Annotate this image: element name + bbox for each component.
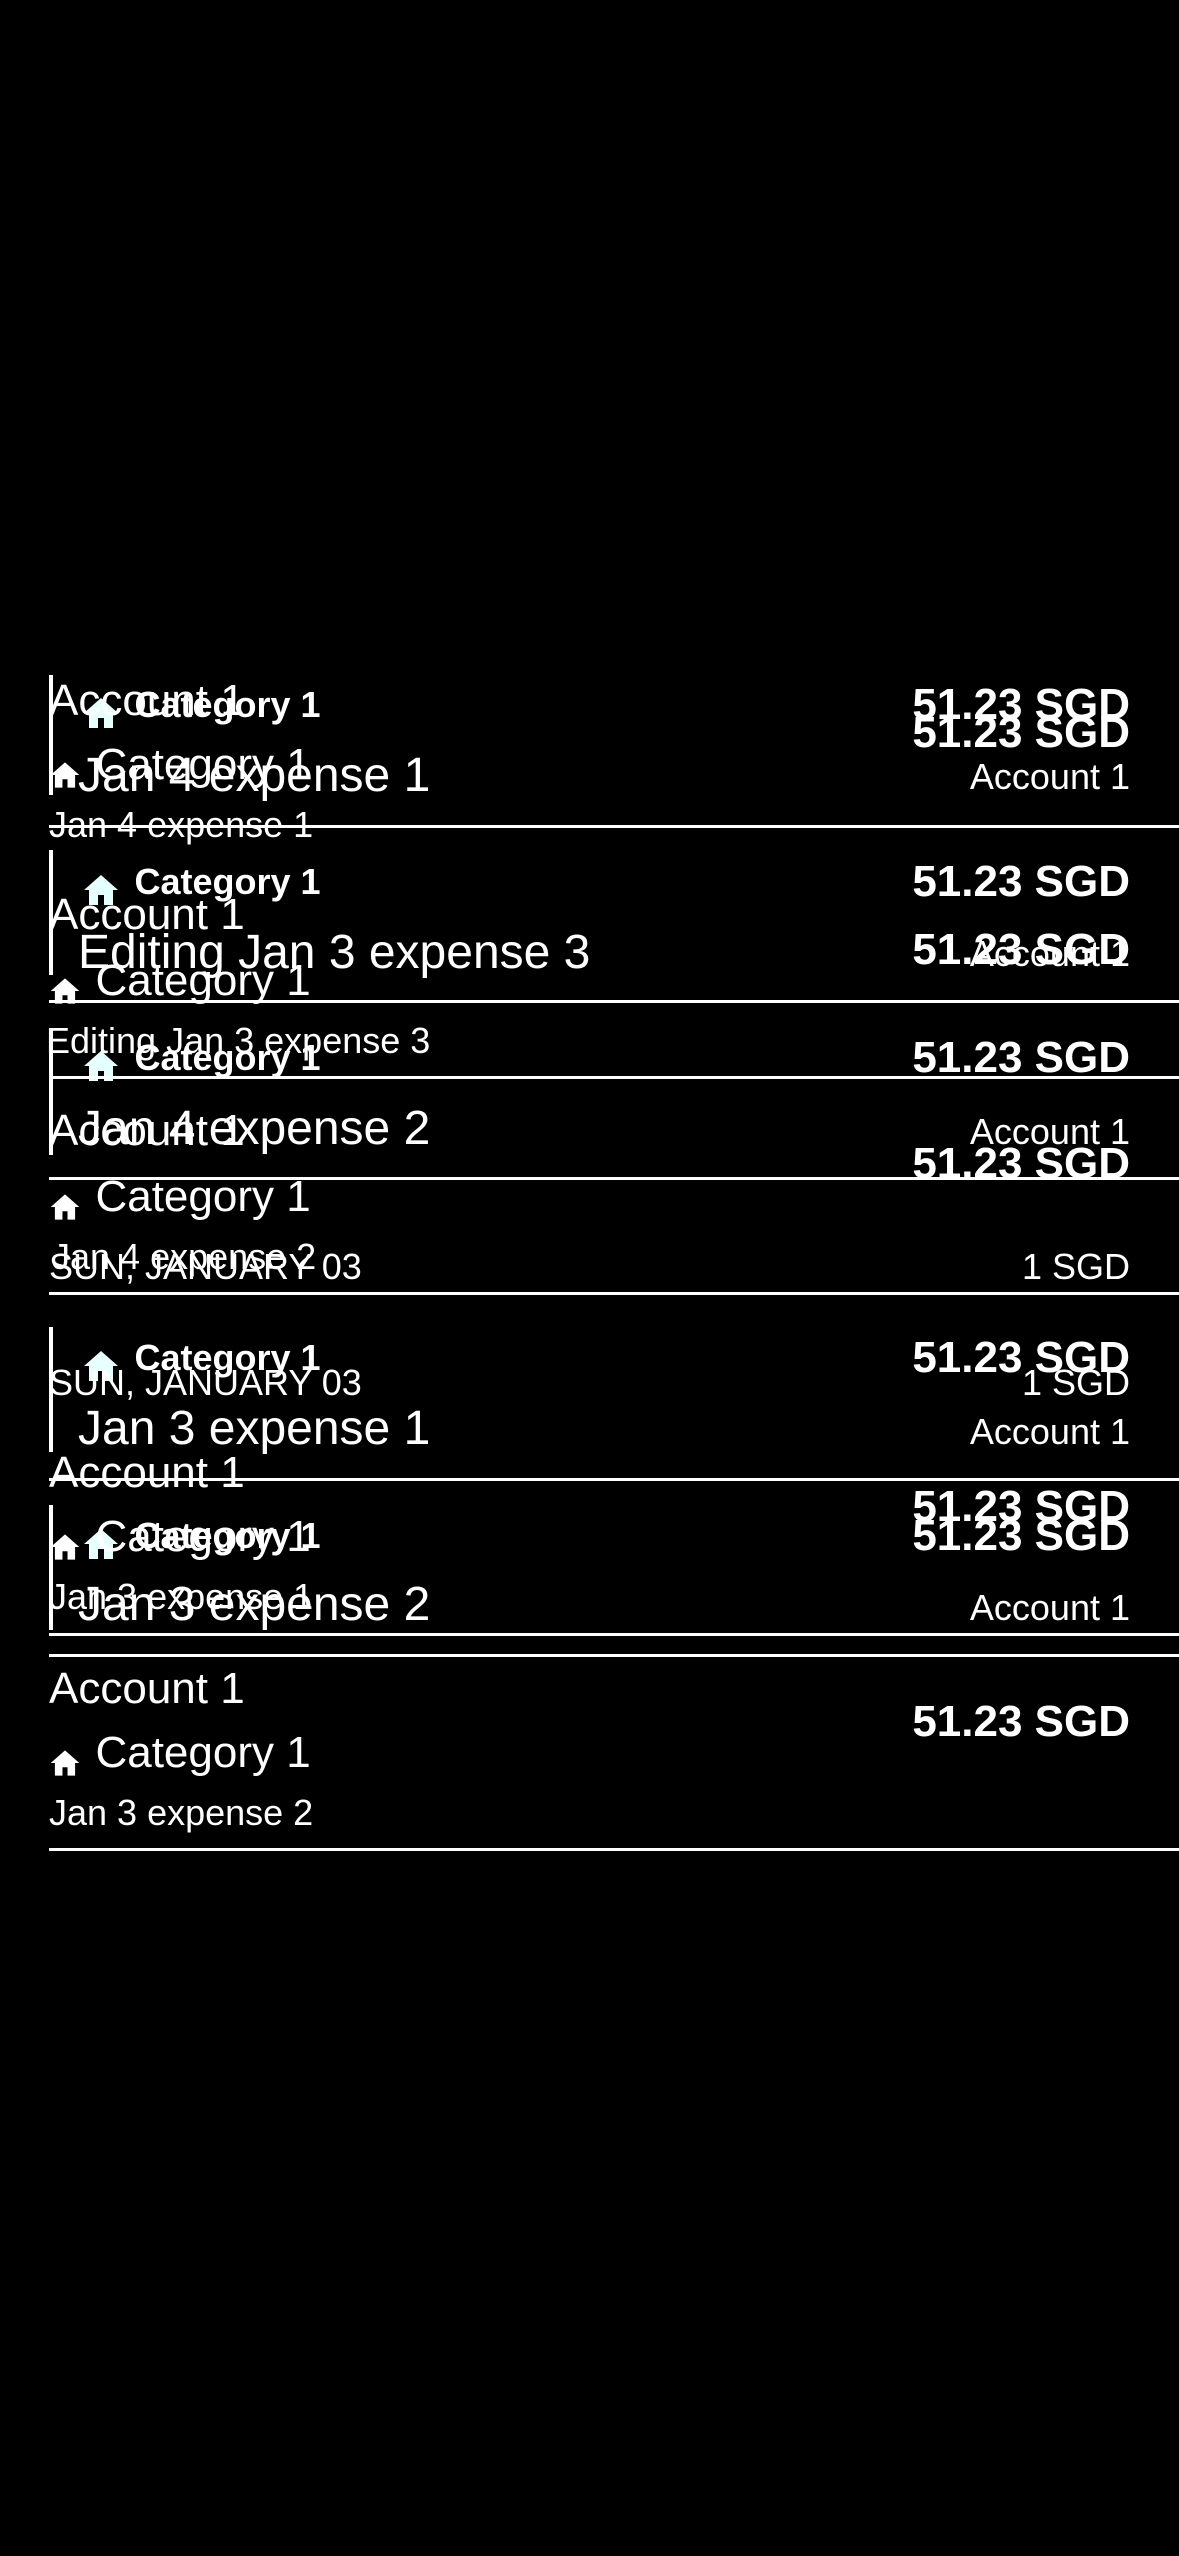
account-label: Account 1 — [49, 1106, 245, 1155]
category-label: Category 1 — [95, 1512, 311, 1561]
list-item[interactable]: Category 1 — [49, 1512, 311, 1562]
expense-list-plain: Account 1 51.23 SGD Category 1 Jan 4 exp… — [0, 0, 1179, 2556]
row-divider — [49, 1654, 1179, 1657]
row-divider — [49, 1076, 1179, 1079]
row-divider — [49, 1848, 1179, 1851]
amount-label: 51.23 SGD — [912, 1139, 1130, 1188]
account-label: Account 1 — [49, 676, 245, 725]
day-header-total: 1 SGD — [1021, 1246, 1130, 1287]
day-header-date: SUN, JANUARY 03 — [49, 1362, 362, 1403]
amount-label: 51.23 SGD — [912, 1482, 1130, 1531]
house-icon — [49, 976, 81, 1006]
list-item[interactable]: Category 1 — [49, 1728, 311, 1778]
account-label: Account 1 — [49, 1664, 245, 1713]
amount-label: 51.23 SGD — [912, 925, 1130, 974]
category-label: Category 1 — [95, 740, 311, 789]
expense-title: Editing Jan 3 expense 3 — [46, 1020, 431, 1061]
expense-title: Jan 3 expense 2 — [49, 1792, 314, 1833]
expense-title: Jan 3 expense 1 — [49, 1576, 314, 1617]
category-label: Category 1 — [95, 1172, 311, 1221]
house-icon — [49, 1748, 81, 1778]
house-icon — [49, 1192, 81, 1222]
day-header-total: 1 SGD — [1021, 1362, 1130, 1403]
day-header-date: SUN, JANUARY 03 — [49, 1246, 362, 1287]
category-label: Category 1 — [95, 1728, 311, 1777]
account-label: Account 1 — [49, 1448, 245, 1497]
amount-label: 51.23 SGD — [912, 708, 1130, 757]
list-item[interactable]: Category 1 — [49, 1172, 311, 1222]
list-item[interactable]: Category 1 — [49, 740, 311, 790]
amount-label: 51.23 SGD — [912, 1697, 1130, 1746]
house-icon — [49, 1532, 81, 1562]
list-item[interactable]: Category 1 — [49, 956, 311, 1006]
category-label: Category 1 — [95, 956, 311, 1005]
expense-title: Jan 4 expense 1 — [49, 804, 314, 845]
section-divider — [49, 1292, 1179, 1295]
house-icon — [49, 760, 81, 790]
account-label: Account 1 — [49, 890, 245, 939]
